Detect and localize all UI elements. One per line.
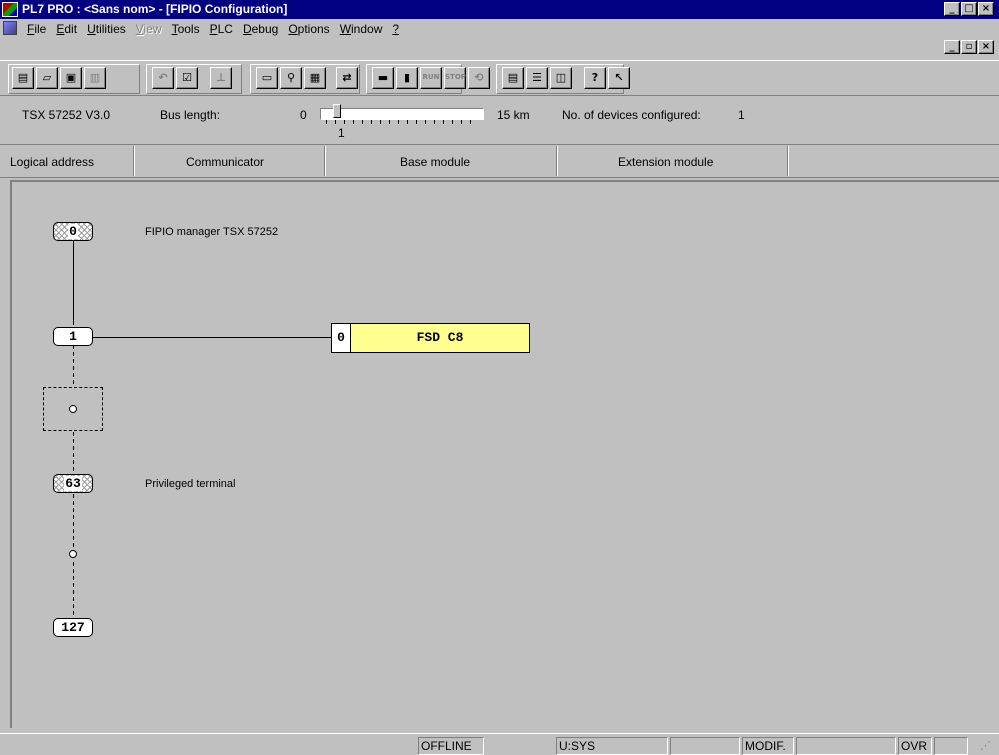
menu-window[interactable]: Window — [335, 22, 388, 36]
column-separator — [556, 146, 558, 176]
plc-model: TSX 57252 V3.0 — [22, 108, 111, 122]
connection-point-icon[interactable] — [69, 550, 77, 558]
status-empty — [670, 737, 740, 755]
node-terminal[interactable]: 63 — [53, 474, 93, 493]
menu-tools[interactable]: Tools — [167, 22, 205, 36]
devices-count: 1 — [738, 108, 745, 122]
module-slot[interactable]: 0 — [331, 323, 351, 353]
slider-thumb[interactable] — [333, 104, 341, 118]
doc-restore-button[interactable]: ▫ — [961, 40, 977, 54]
status-mode: OFFLINE — [418, 737, 484, 755]
status-user: U:SYS — [556, 737, 668, 755]
stop-icon[interactable]: STOP — [444, 67, 466, 89]
help-icon[interactable]: ? — [584, 67, 606, 89]
column-communicator: Communicator — [186, 155, 265, 169]
node-manager-label: 0 — [68, 224, 78, 239]
column-separator — [133, 146, 135, 176]
column-header — [0, 146, 999, 178]
connection-point-icon[interactable] — [69, 405, 77, 413]
bus-line — [73, 241, 74, 325]
node-manager[interactable]: 0 — [53, 222, 93, 241]
minimize-button[interactable]: _ — [944, 2, 960, 16]
column-base-module: Base module — [400, 155, 471, 169]
column-extension-module: Extension module — [618, 155, 714, 169]
menu-plc[interactable]: PLC — [205, 22, 238, 36]
column-logical-address: Logical address — [10, 155, 95, 169]
status-empty — [796, 737, 896, 755]
column-separator — [324, 146, 326, 176]
transfer-icon[interactable]: ⇄ — [336, 67, 358, 89]
window-icon[interactable]: ▦ — [304, 67, 326, 89]
bus-dashed-line — [73, 432, 74, 474]
fipio-diagram[interactable] — [10, 180, 999, 728]
init-icon[interactable]: ⟲ — [468, 67, 490, 89]
status-empty — [934, 737, 968, 755]
new-icon[interactable]: ▤ — [12, 67, 34, 89]
find-icon[interactable]: ⚲ — [280, 67, 302, 89]
split-h-icon[interactable]: ☰ — [526, 67, 548, 89]
column-separator — [787, 146, 789, 176]
device-link-line — [93, 337, 331, 338]
menu-help[interactable]: ? — [387, 22, 404, 36]
module-icon[interactable]: ▮ — [396, 67, 418, 89]
doc-minimize-button[interactable]: _ — [944, 40, 960, 54]
document-icon[interactable] — [3, 21, 17, 35]
split-v-icon[interactable]: ◫ — [550, 67, 572, 89]
screen-icon[interactable]: ▭ — [256, 67, 278, 89]
resize-grip-icon[interactable]: ⋰ — [980, 739, 991, 752]
menu-debug[interactable]: Debug — [238, 22, 283, 36]
window-title: PL7 PRO : <Sans nom> - [FIPIO Configurat… — [22, 2, 288, 16]
print-icon[interactable]: ▥ — [84, 67, 106, 89]
bus-min-label: 0 — [300, 108, 307, 122]
run-icon[interactable]: RUN — [420, 67, 442, 89]
slider-ticks — [326, 120, 471, 124]
bus-dashed-line — [73, 345, 74, 385]
menu-edit[interactable]: Edit — [51, 22, 82, 36]
node-terminal-label: 63 — [64, 476, 82, 491]
undo-icon[interactable]: ↶ — [152, 67, 174, 89]
menu-view[interactable]: View — [131, 22, 167, 36]
bus-dashed-line — [73, 494, 74, 550]
node-last[interactable]: 127 — [53, 618, 93, 637]
export-icon[interactable]: ⊥ — [210, 67, 232, 89]
status-bar: OFFLINE U:SYS MODIF. OVR ⋰ — [0, 733, 999, 755]
bus-max-label: 15 km — [497, 108, 530, 122]
menu-items: File Edit Utilities View Tools PLC Debug… — [22, 22, 404, 36]
doc-close-button[interactable]: × — [978, 40, 994, 54]
validate-icon[interactable]: ☑ — [176, 67, 198, 89]
open-icon[interactable]: ▱ — [36, 67, 58, 89]
manager-label: FIPIO manager TSX 57252 — [145, 226, 279, 238]
menu-options[interactable]: Options — [283, 22, 334, 36]
title-bar[interactable]: PL7 PRO : <Sans nom> - [FIPIO Configurat… — [0, 0, 999, 19]
close-button[interactable]: × — [978, 2, 994, 16]
maximize-button[interactable]: □ — [961, 2, 977, 16]
context-help-icon[interactable]: ↖ — [608, 67, 630, 89]
app-icon[interactable] — [2, 2, 18, 17]
bus-length-slider[interactable] — [320, 108, 484, 120]
toolbar: ▤ ▱ ▣ ▥ ↶ ☑ ⊥ ▭ ⚲ ▦ ⇄ ▬ ▮ RUN STOP ⟲ ▤ ☰… — [0, 60, 999, 96]
node-device[interactable]: 1 — [53, 327, 93, 346]
menu-file[interactable]: File — [22, 22, 51, 36]
status-modif: MODIF. — [742, 737, 794, 755]
devices-label: No. of devices configured: — [562, 108, 701, 122]
bus-dashed-line — [73, 562, 74, 618]
status-ovr: OVR — [898, 737, 932, 755]
menu-utilities[interactable]: Utilities — [82, 22, 131, 36]
monitor-icon[interactable]: ▬ — [372, 67, 394, 89]
module-fsd-c8[interactable]: FSD C8 — [350, 323, 530, 353]
terminal-label: Privileged terminal — [145, 478, 236, 490]
bus-length-value: 1 — [338, 126, 345, 140]
save-icon[interactable]: ▣ — [60, 67, 82, 89]
bus-length-label: Bus length: — [160, 108, 221, 122]
tile-icon[interactable]: ▤ — [502, 67, 524, 89]
